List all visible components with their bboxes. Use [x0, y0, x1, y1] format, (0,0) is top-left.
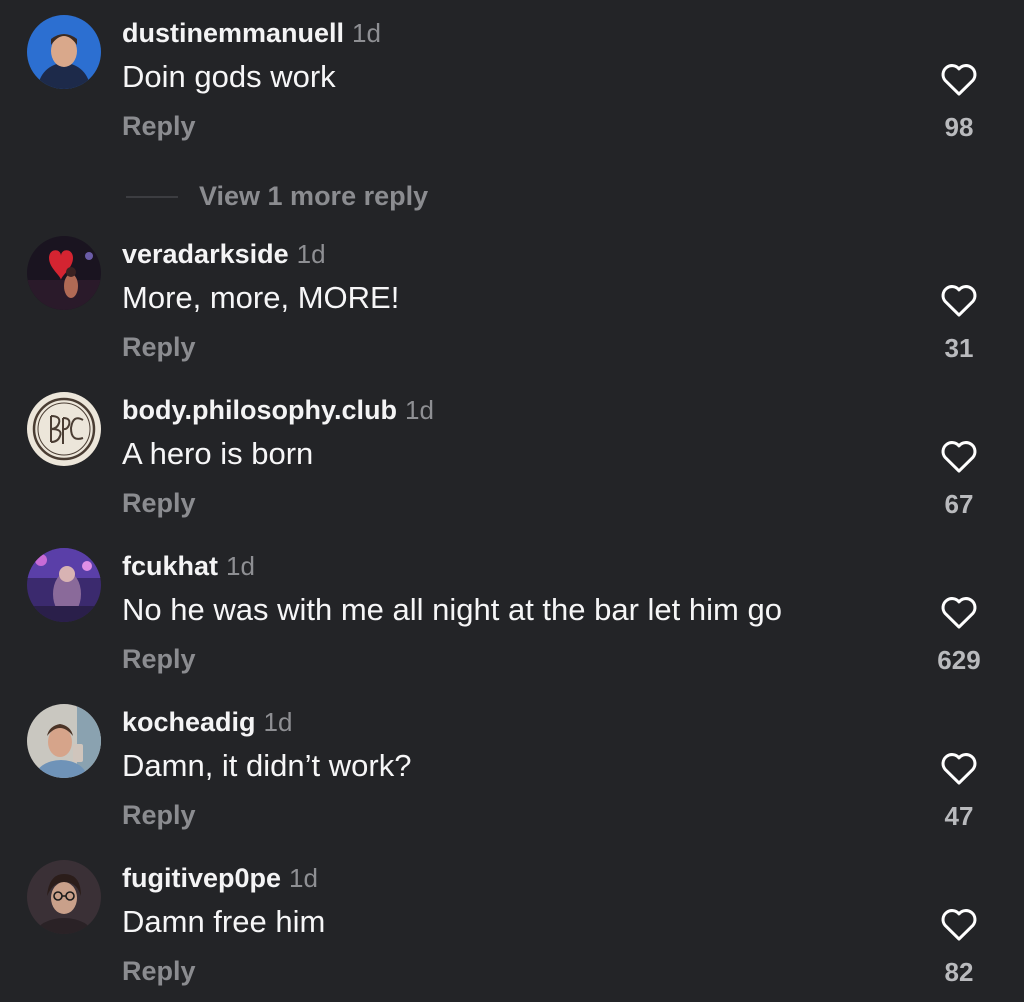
like-button[interactable]: 98 — [930, 61, 988, 151]
comment-text: Damn, it didn’t work? — [122, 748, 412, 783]
heart-outline-icon — [941, 753, 977, 785]
reply-button[interactable]: Reply — [122, 486, 196, 520]
heart-outline-icon — [941, 64, 977, 96]
avatar[interactable] — [27, 548, 101, 622]
username[interactable]: veradarkside — [122, 239, 289, 269]
like-button[interactable]: 67 — [930, 438, 988, 528]
timestamp: 1d — [289, 863, 318, 893]
like-count: 629 — [937, 645, 981, 675]
heart-outline-icon — [941, 597, 977, 629]
heart-outline-icon — [941, 441, 977, 473]
like-count: 82 — [944, 957, 974, 987]
heart-outline-icon — [941, 909, 977, 941]
timestamp: 1d — [352, 18, 381, 48]
like-count: 98 — [944, 112, 974, 142]
reply-button[interactable]: Reply — [122, 330, 196, 364]
username[interactable]: kocheadig — [122, 707, 256, 737]
reply-thread-divider — [126, 196, 178, 198]
username[interactable]: body.philosophy.club — [122, 395, 397, 425]
comment-text: More, more, MORE! — [122, 280, 400, 315]
reply-button[interactable]: Reply — [122, 798, 196, 832]
avatar[interactable] — [27, 860, 101, 934]
heart-outline-icon — [941, 285, 977, 317]
like-button[interactable]: 629 — [930, 594, 988, 684]
comment-text: Doin gods work — [122, 59, 336, 94]
reply-button[interactable]: Reply — [122, 954, 196, 988]
username[interactable]: fugitivep0pe — [122, 863, 281, 893]
timestamp: 1d — [263, 707, 293, 737]
like-button[interactable]: 47 — [930, 750, 988, 840]
like-count: 31 — [944, 333, 974, 363]
avatar[interactable] — [27, 704, 101, 778]
avatar[interactable] — [27, 15, 101, 89]
username[interactable]: dustinemmanuell — [122, 18, 344, 48]
like-count: 67 — [944, 489, 974, 519]
comment-text: Damn free him — [122, 904, 326, 939]
timestamp: 1d — [296, 239, 326, 269]
like-count: 47 — [944, 801, 974, 831]
view-more-replies-label: View 1 more reply — [199, 181, 429, 211]
comment-text: No he was with me all night at the bar l… — [122, 592, 782, 627]
timestamp: 1d — [226, 551, 255, 581]
reply-button[interactable]: Reply — [122, 109, 196, 143]
like-button[interactable]: 31 — [930, 282, 988, 372]
avatar[interactable] — [27, 392, 101, 466]
comment-text: A hero is born — [122, 436, 314, 471]
username[interactable]: fcukhat — [122, 551, 218, 581]
timestamp: 1d — [404, 395, 434, 425]
reply-button[interactable]: Reply — [122, 642, 196, 676]
like-button[interactable]: 82 — [930, 906, 988, 996]
avatar[interactable] — [27, 236, 101, 310]
